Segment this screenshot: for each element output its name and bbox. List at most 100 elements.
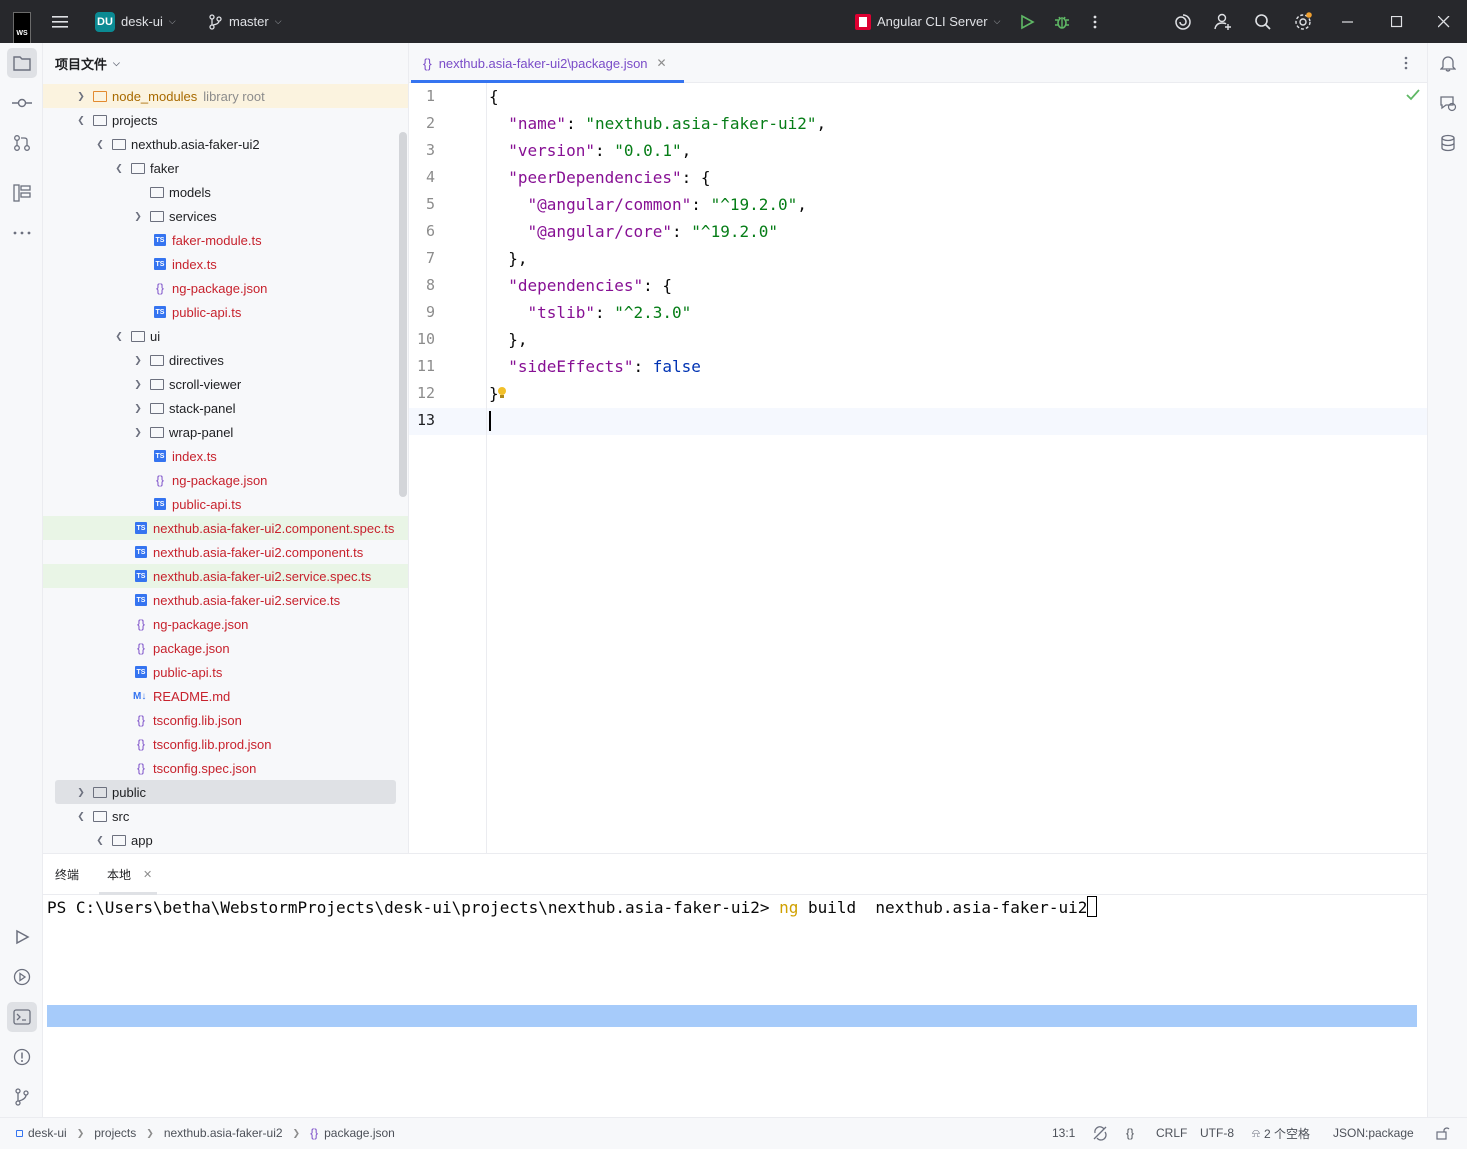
tree-item-component-spec[interactable]: TS nexthub.asia-faker-ui2.component.spec… <box>43 516 408 540</box>
caret-position[interactable]: 13:1 <box>1052 1118 1075 1148</box>
tree-item-label: tsconfig.lib.prod.json <box>153 736 272 752</box>
chevron-right-icon: ❯ <box>77 90 85 101</box>
minimize-button[interactable] <box>1342 0 1354 43</box>
tree-item-wrap-panel[interactable]: ❯ wrap-panel <box>43 420 408 444</box>
run-button[interactable] <box>1019 0 1035 43</box>
tree-item-tsconfig-lib-prod[interactable]: {} tsconfig.lib.prod.json <box>43 732 408 756</box>
project-tool-button[interactable] <box>7 48 37 78</box>
breadcrumb-item[interactable]: package.json <box>324 1126 395 1140</box>
close-tab-icon[interactable]: ✕ <box>143 868 152 881</box>
close-window-button[interactable] <box>1438 0 1450 43</box>
tree-item-label: index.ts <box>172 256 217 272</box>
add-user-button[interactable] <box>1214 0 1232 43</box>
ai-assistant-button[interactable] <box>1174 0 1192 43</box>
tree-item-label: faker <box>150 160 179 176</box>
code-token: : <box>691 195 711 214</box>
tab-actions-button[interactable] <box>1403 55 1409 74</box>
tree-item-library-folder[interactable]: ❮ nexthub.asia-faker-ui2 <box>43 132 408 156</box>
tree-item-faker[interactable]: ❮ faker <box>43 156 408 180</box>
more-tools-button[interactable] <box>7 218 37 248</box>
code-token: "peerDependencies" <box>508 168 682 187</box>
line-separator[interactable]: CRLF <box>1156 1118 1187 1148</box>
line-number-gutter: 1 2 3 4 5 6 7 8 9 10 11 12 13 <box>409 83 487 853</box>
tree-item-ng-package[interactable]: {} ng-package.json <box>43 612 408 636</box>
json-schema-button[interactable]: {} <box>1126 1118 1134 1148</box>
tree-item-projects[interactable]: ❮ projects <box>43 108 408 132</box>
main-menu-button[interactable] <box>52 0 70 43</box>
code-token: "0.0.1" <box>614 141 682 160</box>
tree-item-tsconfig-spec[interactable]: {} tsconfig.spec.json <box>43 756 408 780</box>
tree-item-models[interactable]: models <box>43 180 408 204</box>
ai-chat-tool-button[interactable] <box>1433 88 1463 118</box>
tree-item-public-api[interactable]: TS public-api.ts <box>43 660 408 684</box>
problems-tool-button[interactable] <box>7 1042 37 1072</box>
tree-item-directives[interactable]: ❯ directives <box>43 348 408 372</box>
tree-item-scroll-viewer[interactable]: ❯ scroll-viewer <box>43 372 408 396</box>
branch-switcher[interactable]: master ⌵ <box>208 0 282 43</box>
services-tool-button[interactable] <box>7 962 37 992</box>
tree-item-ui-ng-package[interactable]: {} ng-package.json <box>43 468 408 492</box>
tree-item-service[interactable]: TS nexthub.asia-faker-ui2.service.ts <box>43 588 408 612</box>
search-button[interactable] <box>1254 0 1272 43</box>
read-only-toggle[interactable] <box>1436 1118 1450 1148</box>
terminal-tool-button[interactable] <box>7 1002 37 1032</box>
project-panel-header[interactable]: 项目文件 ⌵ <box>43 43 408 83</box>
run-config-selector[interactable]: Angular CLI Server ⌵ <box>855 0 1000 43</box>
line-number: 3 <box>425 141 435 159</box>
chevron-right-icon: ❯ <box>76 1127 85 1138</box>
commit-tool-button[interactable] <box>7 88 37 118</box>
project-panel: 项目文件 ⌵ ❯ node_modules library root ❮ pro… <box>43 43 409 853</box>
intention-bulb-icon[interactable] <box>497 386 507 403</box>
database-tool-button[interactable] <box>1433 128 1463 158</box>
terminal-tab-local[interactable]: 本地 ✕ <box>95 854 157 895</box>
inspections-off-button[interactable] <box>1092 1118 1108 1148</box>
tree-item-readme[interactable]: M↓ README.md <box>43 684 408 708</box>
tree-item-services[interactable]: ❯ services <box>43 204 408 228</box>
tree-item-stack-panel[interactable]: ❯ stack-panel <box>43 396 408 420</box>
tree-item-service-spec[interactable]: TS nexthub.asia-faker-ui2.service.spec.t… <box>43 564 408 588</box>
code-line: "version": "0.0.1", <box>489 141 691 160</box>
file-encoding[interactable]: UTF-8 <box>1200 1118 1234 1148</box>
structure-tool-button[interactable] <box>7 178 37 208</box>
breadcrumb-item[interactable]: desk-ui <box>28 1126 67 1140</box>
pull-requests-tool-button[interactable] <box>7 128 37 158</box>
code-token: : <box>633 357 653 376</box>
close-tab-icon[interactable]: ✕ <box>657 56 667 70</box>
indent-setting[interactable]: ⍾ 2 个空格 <box>1252 1118 1310 1148</box>
line-number: 1 <box>425 87 435 105</box>
tree-item-faker-index[interactable]: TS index.ts <box>43 252 408 276</box>
git-tool-button[interactable] <box>7 1082 37 1112</box>
tree-item-faker-public-api[interactable]: TS public-api.ts <box>43 300 408 324</box>
tree-item-faker-ng-package[interactable]: {} ng-package.json <box>43 276 408 300</box>
settings-button[interactable] <box>1293 0 1313 43</box>
terminal-title: 终端 <box>55 868 80 882</box>
notifications-tool-button[interactable] <box>1433 48 1463 78</box>
tree-item-ui-public-api[interactable]: TS public-api.ts <box>43 492 408 516</box>
tree-item-component[interactable]: TS nexthub.asia-faker-ui2.component.ts <box>43 540 408 564</box>
tree-item-src[interactable]: ❮ src <box>43 804 408 828</box>
terminal-command-line[interactable]: PS C:\Users\betha\WebstormProjects\desk-… <box>47 896 1098 917</box>
tree-item-node-modules[interactable]: ❯ node_modules library root <box>43 84 408 108</box>
project-switcher[interactable]: DU desk-ui ⌵ <box>95 0 176 43</box>
more-actions-button[interactable] <box>1092 0 1098 43</box>
project-scrollbar[interactable] <box>399 132 407 497</box>
tree-item-tsconfig-lib[interactable]: {} tsconfig.lib.json <box>43 708 408 732</box>
tree-item-label: models <box>169 184 211 200</box>
tree-item-ui-index[interactable]: TS index.ts <box>43 444 408 468</box>
breadcrumb-item[interactable]: projects <box>94 1126 136 1140</box>
editor-tab-package-json[interactable]: {} nexthub.asia-faker-ui2\package.json ✕ <box>409 43 684 83</box>
tree-item-package-json[interactable]: {} package.json <box>43 636 408 660</box>
maximize-button[interactable] <box>1391 0 1403 43</box>
tree-item-public[interactable]: ❯ public <box>55 780 396 804</box>
breadcrumb-item[interactable]: nexthub.asia-faker-ui2 <box>164 1126 283 1140</box>
code-editor[interactable]: 1 2 3 4 5 6 7 8 9 10 11 12 13 { "name": "nexthub.asi… <box>409 83 1427 853</box>
file-type[interactable]: JSON:package <box>1333 1118 1414 1148</box>
tree-item-app[interactable]: ❮ app <box>43 828 408 852</box>
debug-button[interactable] <box>1054 0 1070 43</box>
run-tool-button[interactable] <box>7 922 37 952</box>
tree-item-ui[interactable]: ❮ ui <box>43 324 408 348</box>
tree-item-faker-module[interactable]: TS faker-module.ts <box>43 228 408 252</box>
minimize-icon <box>1342 20 1353 23</box>
no-problems-check-icon[interactable] <box>1406 89 1420 104</box>
tree-item-label: README.md <box>153 688 231 704</box>
